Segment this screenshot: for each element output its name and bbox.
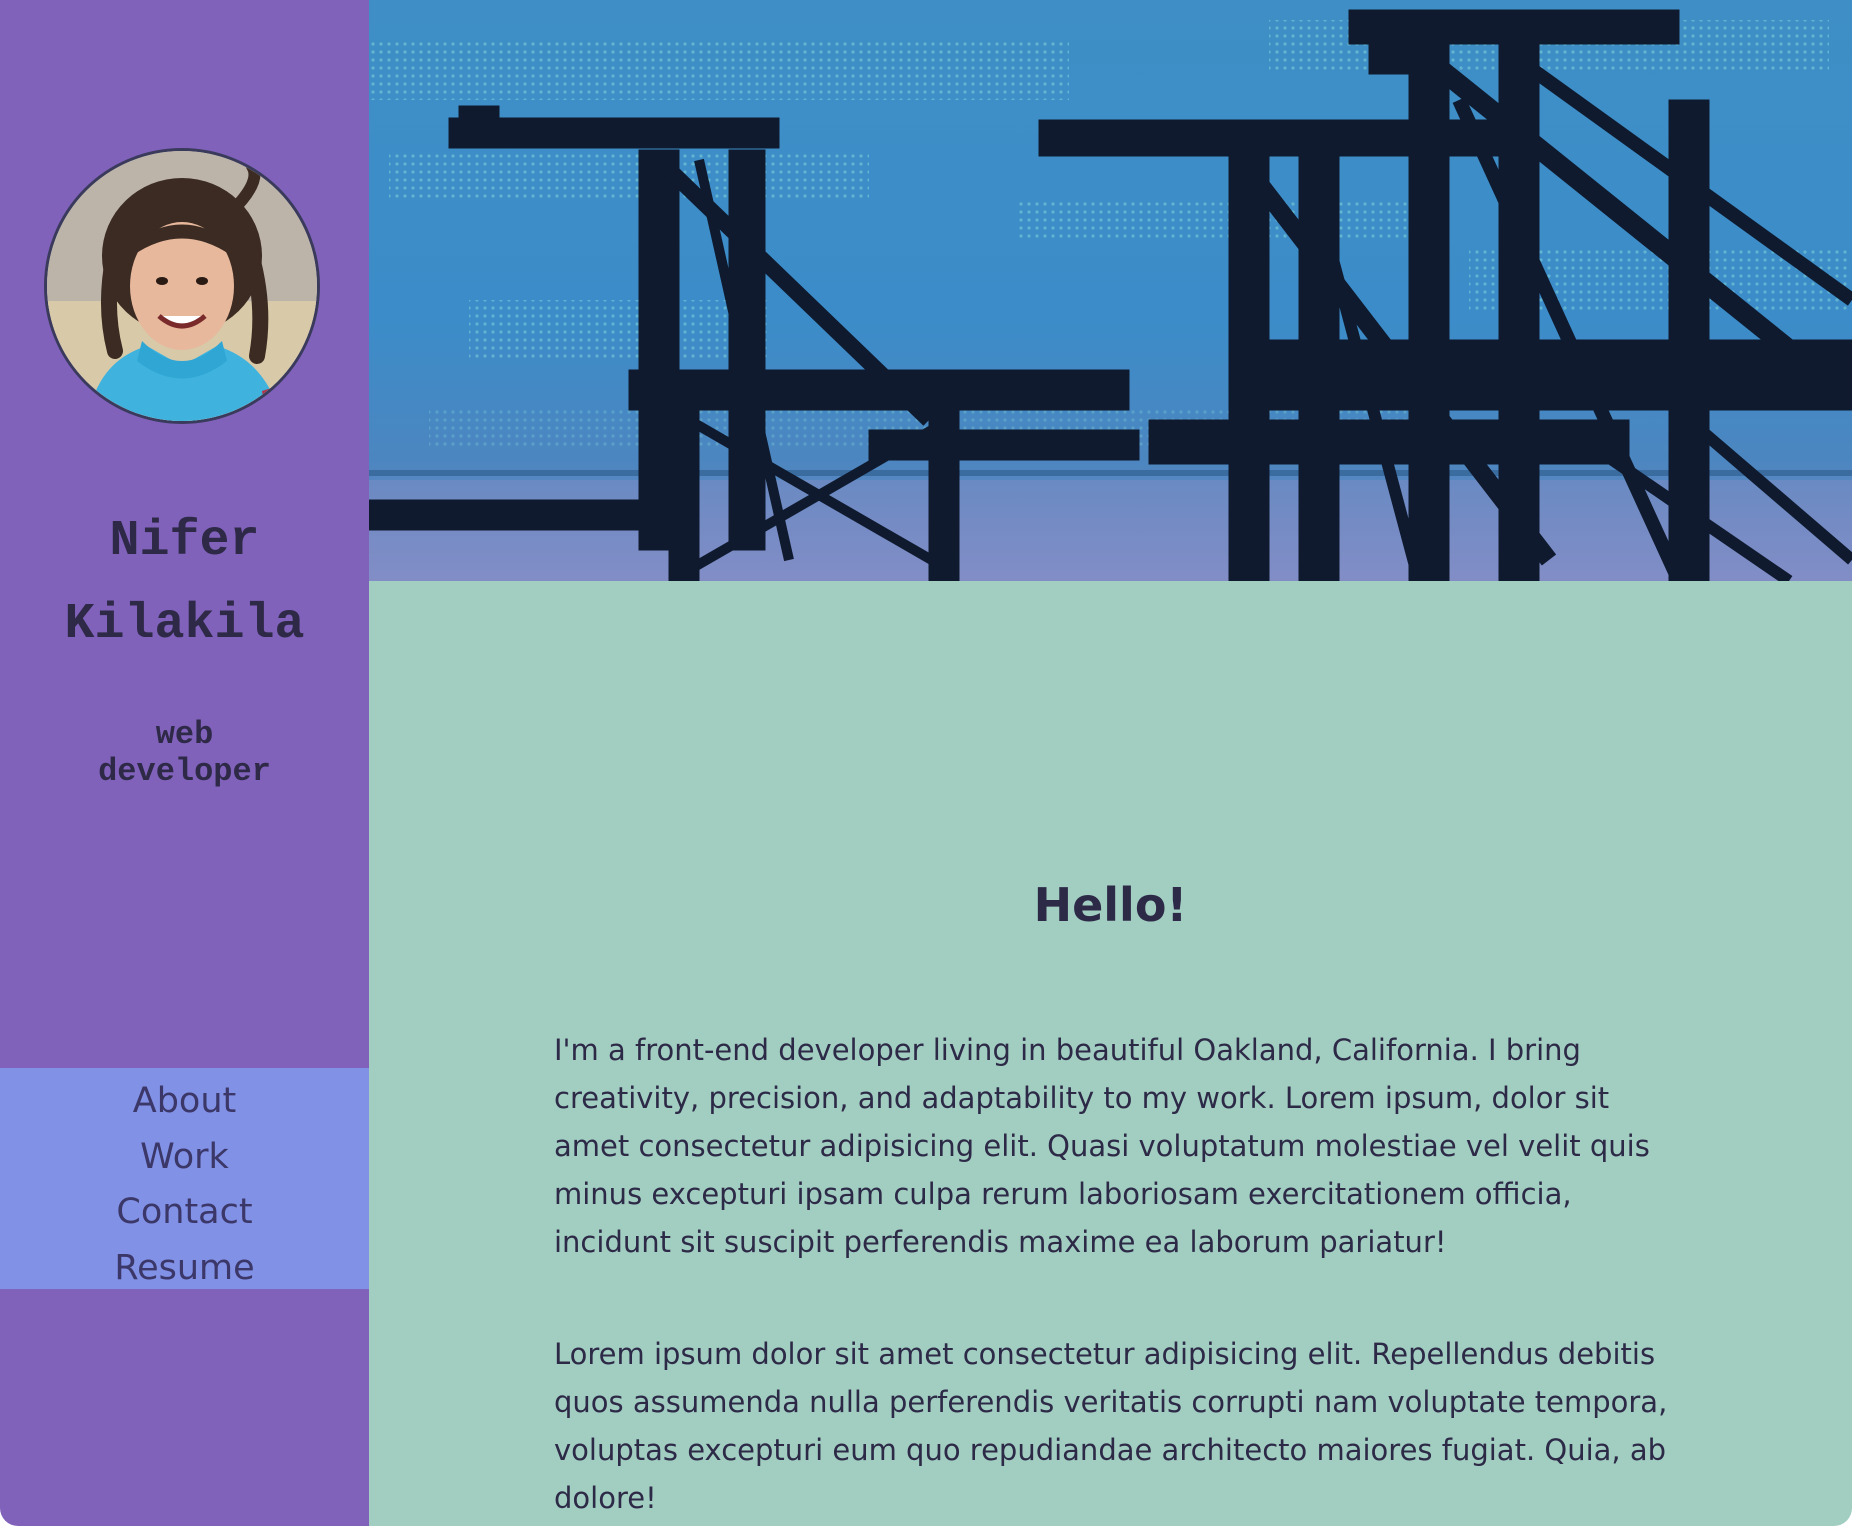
nav-link-resume[interactable]: Resume — [0, 1241, 369, 1297]
page-heading: Hello! — [1033, 878, 1188, 932]
crane-silhouette-icon — [369, 0, 1852, 581]
nav-link-about[interactable]: About — [0, 1074, 369, 1130]
main-nav: About Work Contact Resume — [0, 1068, 369, 1289]
page: Nifer Kilakila web developer About Work … — [0, 0, 1852, 1526]
sidebar: Nifer Kilakila web developer About Work … — [0, 0, 369, 1526]
hero-image — [369, 0, 1852, 581]
profile-name: Nifer Kilakila — [64, 513, 305, 653]
profile-role: web developer — [0, 716, 369, 790]
intro-paragraph: I'm a front-end developer living in beau… — [554, 1033, 1650, 1259]
profile-photo-icon — [47, 151, 317, 421]
nav-link-work[interactable]: Work — [0, 1130, 369, 1186]
avatar — [44, 148, 320, 424]
role-line-1: web — [155, 716, 214, 753]
nav-link-contact[interactable]: Contact — [0, 1185, 369, 1241]
main-content: Hello! I'm a front-end developer living … — [369, 581, 1852, 1526]
role-line-2: developer — [98, 753, 271, 790]
second-paragraph: Lorem ipsum dolor sit amet consectetur a… — [554, 1337, 1668, 1515]
